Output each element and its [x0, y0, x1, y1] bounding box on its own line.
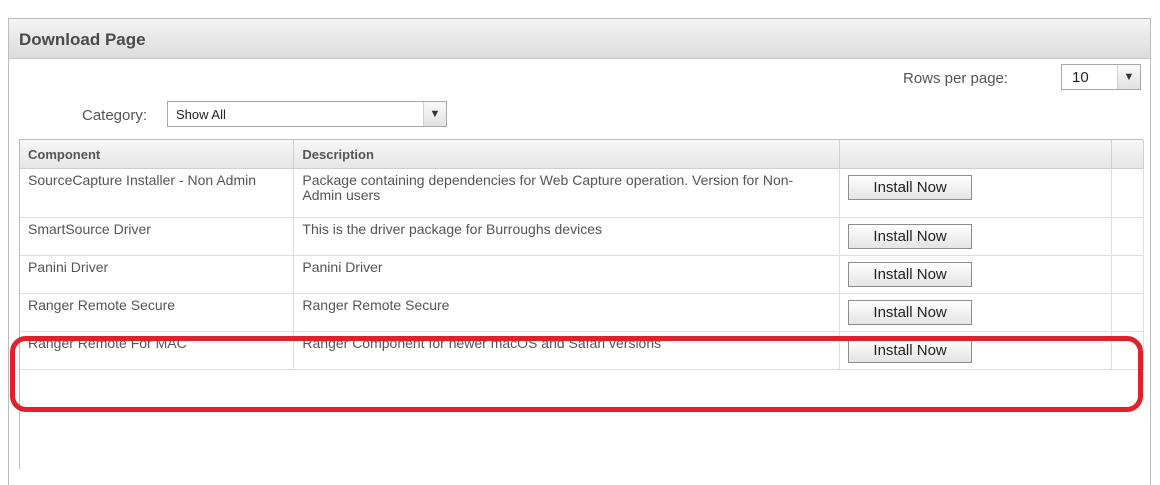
description-cell: Ranger Remote Secure — [293, 293, 841, 332]
component-cell: Ranger Remote For MAC — [20, 331, 295, 370]
table-row: Panini Driver Panini Driver Install Now — [20, 255, 1144, 294]
category-label: Category: — [82, 107, 148, 124]
install-now-button[interactable]: Install Now — [848, 338, 973, 363]
install-now-button[interactable]: Install Now — [848, 262, 973, 287]
install-now-button[interactable]: Install Now — [848, 224, 973, 249]
page-title: Download Page — [19, 30, 146, 49]
column-header-spacer — [1111, 140, 1144, 169]
column-header-component: Component — [20, 140, 295, 169]
table-header-row: Component Description — [20, 140, 1144, 169]
component-cell: SourceCapture Installer - Non Admin — [20, 168, 295, 218]
table-row: Ranger Remote Secure Ranger Remote Secur… — [20, 293, 1144, 332]
description-cell: Ranger Component for newer macOS and Saf… — [293, 331, 841, 370]
spacer-cell — [1111, 331, 1144, 370]
table-row: SmartSource Driver This is the driver pa… — [20, 217, 1144, 256]
component-cell: Panini Driver — [20, 255, 295, 294]
rows-per-page-value: 10 — [1072, 69, 1089, 86]
category-select[interactable]: Show All ▼ — [167, 101, 447, 127]
description-cell: Panini Driver — [293, 255, 841, 294]
spacer-cell — [1111, 255, 1144, 294]
description-cell: Package containing dependencies for Web … — [293, 168, 841, 218]
spacer-cell — [1111, 293, 1144, 332]
column-header-action — [839, 140, 1112, 169]
panel-header: Download Page — [9, 19, 1150, 59]
downloads-table-container: Component Description SourceCapture Inst… — [19, 139, 1144, 469]
column-header-description: Description — [293, 140, 841, 169]
action-cell: Install Now — [839, 331, 1112, 370]
spacer-cell — [1111, 168, 1144, 218]
table-row: Ranger Remote For MAC Ranger Component f… — [20, 331, 1144, 370]
component-cell: Ranger Remote Secure — [20, 293, 295, 332]
downloads-table: Component Description SourceCapture Inst… — [20, 140, 1144, 370]
spacer-cell — [1111, 217, 1144, 256]
rows-per-page-select[interactable]: 10 ▼ — [1061, 64, 1141, 90]
action-cell: Install Now — [839, 217, 1112, 256]
component-cell: SmartSource Driver — [20, 217, 295, 256]
chevron-down-icon[interactable]: ▼ — [423, 102, 446, 126]
action-cell: Install Now — [839, 168, 1112, 218]
category-value: Show All — [176, 107, 226, 122]
action-cell: Install Now — [839, 255, 1112, 294]
install-now-button[interactable]: Install Now — [848, 175, 973, 200]
action-cell: Install Now — [839, 293, 1112, 332]
description-cell: This is the driver package for Burroughs… — [293, 217, 841, 256]
install-now-button[interactable]: Install Now — [848, 300, 973, 325]
table-row: SourceCapture Installer - Non Admin Pack… — [20, 168, 1144, 218]
chevron-down-icon[interactable]: ▼ — [1117, 65, 1140, 89]
rows-per-page-label: Rows per page: — [903, 70, 1009, 87]
